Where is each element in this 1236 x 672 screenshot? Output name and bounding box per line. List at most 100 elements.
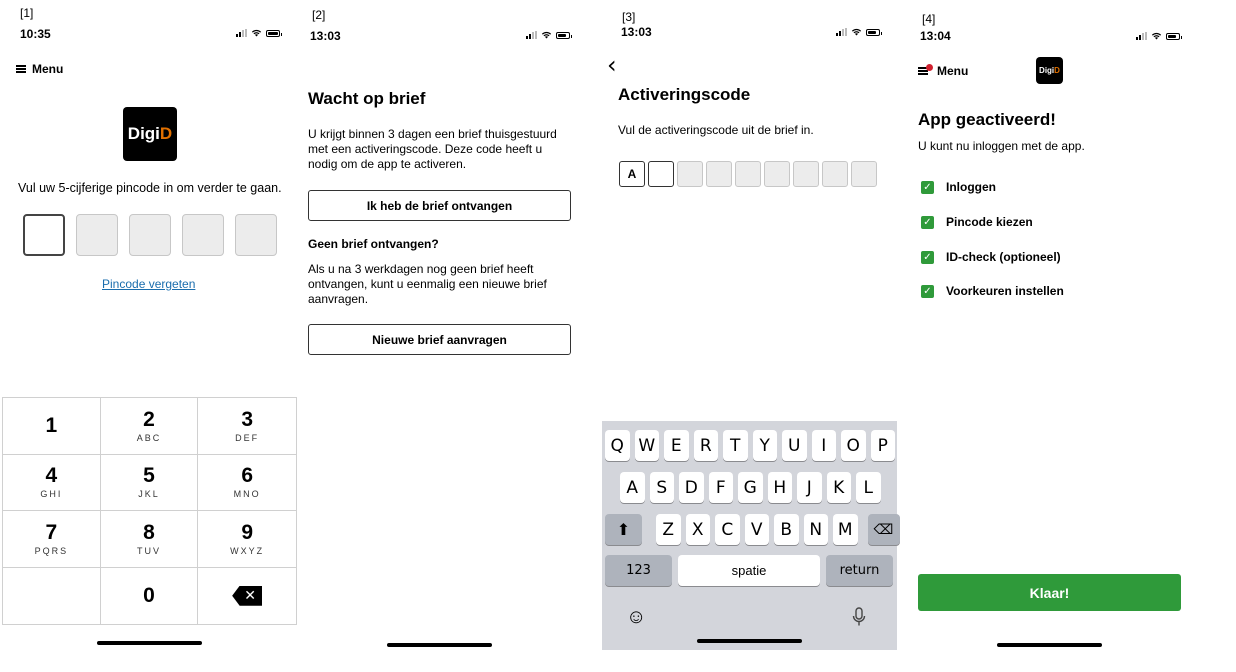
status-icons [1136, 32, 1182, 40]
numbers-key[interactable]: 123 [605, 555, 672, 586]
key-8[interactable]: 8 TUV [100, 511, 199, 568]
key-z[interactable]: Z [656, 514, 681, 545]
key-i[interactable]: I [811, 430, 836, 461]
key-t[interactable]: T [723, 430, 748, 461]
shift-key[interactable]: ⬆ [605, 514, 642, 545]
pin-digit-4[interactable] [182, 214, 224, 256]
key-p[interactable]: P [870, 430, 895, 461]
key-q[interactable]: Q [605, 430, 630, 461]
keyboard-row-4: 123 spatie return [605, 555, 893, 586]
key-letters: MNO [233, 489, 261, 500]
key-o[interactable]: O [841, 430, 866, 461]
code-char-1[interactable]: A [619, 161, 645, 187]
request-new-letter-button[interactable]: Nieuwe brief aanvragen [308, 324, 571, 355]
key-digit: 2 [143, 407, 155, 431]
shift-icon: ⬆ [616, 520, 631, 539]
code-char-8[interactable] [822, 161, 848, 187]
status-icons [836, 28, 882, 36]
code-char-5[interactable] [735, 161, 761, 187]
logo-text: Digi [1039, 66, 1055, 75]
key-a[interactable]: A [620, 472, 645, 503]
home-indicator[interactable] [697, 639, 802, 643]
key-e[interactable]: E [664, 430, 689, 461]
key-h[interactable]: H [767, 472, 792, 503]
pin-digit-2[interactable] [76, 214, 118, 256]
key-letters: WXYZ [230, 545, 265, 556]
home-indicator[interactable] [387, 643, 492, 647]
space-key[interactable]: spatie [678, 555, 820, 586]
letter-received-button[interactable]: Ik heb de brief ontvangen [308, 190, 571, 221]
panel-2-label: [2] [312, 8, 326, 22]
menu-button[interactable]: Menu [16, 62, 63, 76]
key-4[interactable]: 4 GHI [3, 454, 101, 511]
signal-icon [1136, 32, 1147, 40]
status-time: 13:03 [310, 29, 341, 43]
code-char-6[interactable] [764, 161, 790, 187]
step-label: ID-check (optioneel) [946, 250, 1061, 264]
key-digit: 3 [241, 407, 253, 431]
code-char-7[interactable] [793, 161, 819, 187]
page-title: Activeringscode [618, 85, 751, 104]
delete-key[interactable]: ✕ [198, 568, 296, 625]
key-9[interactable]: 9 WXYZ [198, 511, 296, 568]
panel-1-label: [1] [20, 6, 34, 20]
return-key[interactable]: return [826, 555, 893, 586]
done-button[interactable]: Klaar! [918, 574, 1181, 611]
emoji-icon[interactable]: ☺ [626, 606, 646, 629]
page-title: Wacht op brief [308, 89, 426, 108]
key-7[interactable]: 7 PQRS [3, 511, 101, 568]
key-l[interactable]: L [856, 472, 881, 503]
status-time: 13:04 [920, 29, 951, 43]
code-instruction: Vul de activeringscode uit de brief in. [618, 123, 814, 137]
code-char-2[interactable] [648, 161, 674, 187]
checkmark-icon: ✓ [921, 250, 934, 264]
key-s[interactable]: S [649, 472, 674, 503]
key-3[interactable]: 3 DEF [198, 398, 296, 455]
home-indicator[interactable] [997, 643, 1102, 647]
key-f[interactable]: F [708, 472, 733, 503]
key-m[interactable]: M [833, 514, 858, 545]
intro-text: U krijgt binnen 3 dagen een brief thuisg… [308, 127, 557, 171]
key-2[interactable]: 2 ABC [100, 398, 199, 455]
menu-button[interactable]: Menu [918, 64, 968, 78]
key-x[interactable]: X [685, 514, 710, 545]
code-char-3[interactable] [677, 161, 703, 187]
forgot-pin-link[interactable]: Pincode vergeten [102, 277, 195, 291]
status-icons [526, 31, 572, 39]
pin-digit-3[interactable] [129, 214, 171, 256]
pin-digit-1[interactable] [23, 214, 65, 256]
key-d[interactable]: D [679, 472, 704, 503]
wifi-icon [851, 28, 862, 36]
backspace-icon: ⌫ [873, 521, 894, 538]
keyboard-row-3: ⬆ ZXCVBNM ⌫ [605, 514, 900, 545]
code-char-9[interactable] [851, 161, 877, 187]
signal-icon [526, 31, 537, 39]
back-arrow-icon[interactable]: ‹ [607, 53, 617, 77]
code-char-4[interactable] [706, 161, 732, 187]
home-indicator[interactable] [97, 641, 202, 645]
keyboard-row-2: ASDFGHJKL [620, 472, 881, 503]
logo-text-accent: D [159, 124, 173, 143]
key-digit: 6 [241, 464, 253, 488]
logo-text: Digi [127, 124, 160, 143]
key-5[interactable]: 5 JKL [100, 454, 199, 511]
key-0[interactable]: 0 [101, 567, 199, 624]
key-k[interactable]: K [826, 472, 851, 503]
pin-digit-5[interactable] [235, 214, 277, 256]
battery-icon [556, 31, 572, 39]
key-y[interactable]: Y [752, 430, 777, 461]
key-1[interactable]: 1 [3, 398, 101, 455]
key-v[interactable]: V [744, 514, 769, 545]
key-c[interactable]: C [715, 514, 740, 545]
key-w[interactable]: W [634, 430, 659, 461]
key-r[interactable]: R [693, 430, 718, 461]
key-g[interactable]: G [738, 472, 763, 503]
key-j[interactable]: J [797, 472, 822, 503]
key-6[interactable]: 6 MNO [198, 455, 296, 511]
backspace-key[interactable]: ⌫ [867, 514, 900, 545]
key-b[interactable]: B [774, 514, 799, 545]
digid-logo: Digi D [1036, 57, 1063, 84]
key-u[interactable]: U [782, 430, 807, 461]
microphone-icon[interactable] [852, 607, 866, 627]
key-n[interactable]: N [803, 514, 828, 545]
